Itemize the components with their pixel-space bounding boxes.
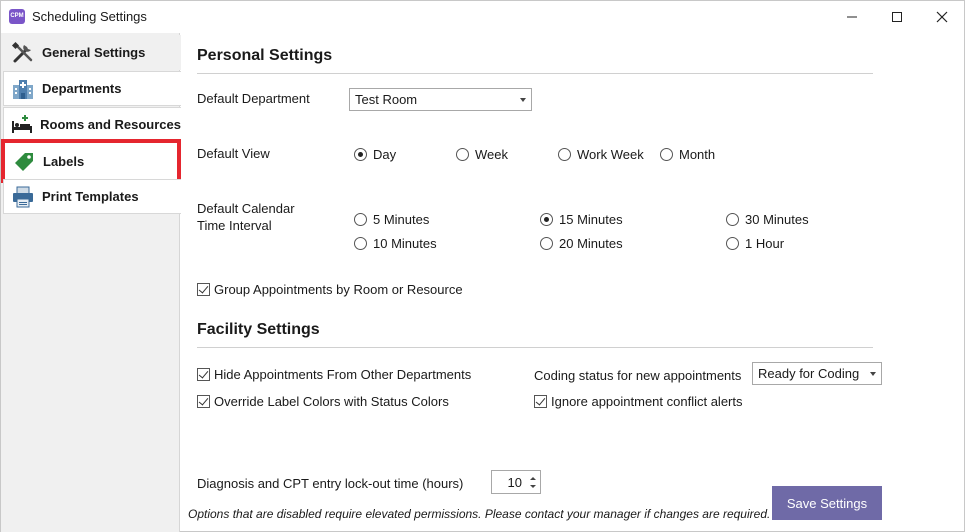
coding-status-select[interactable]: Ready for Coding: [752, 362, 882, 385]
chevron-down-icon: [870, 372, 876, 376]
chevron-down-icon[interactable]: [530, 485, 536, 488]
interval-label-line1: Default Calendar: [197, 201, 295, 216]
radio-empty-icon: [726, 237, 739, 250]
minimize-button[interactable]: [829, 1, 875, 32]
radio-label: Day: [373, 147, 397, 162]
facility-settings-divider: [197, 347, 873, 348]
sidebar-item-general-settings[interactable]: General Settings: [3, 35, 181, 70]
save-settings-button[interactable]: Save Settings: [772, 486, 882, 520]
checkbox-label: Override Label Colors with Status Colors: [214, 394, 449, 409]
radio-empty-icon: [354, 213, 367, 226]
maximize-icon: [892, 11, 902, 22]
interval-label-line2: Time Interval: [197, 218, 272, 233]
ignore-conflict-alerts-checkbox[interactable]: Ignore appointment conflict alerts: [534, 394, 743, 409]
settings-sidebar: General Settings Departments Rooms and R…: [1, 33, 181, 532]
sidebar-item-label: Departments: [42, 81, 122, 96]
lockout-time-label: Diagnosis and CPT entry lock-out time (h…: [197, 476, 464, 491]
radio-empty-icon: [660, 148, 673, 161]
radio-label: 15 Minutes: [559, 212, 623, 227]
view-radio-work-week[interactable]: Work Week: [558, 147, 644, 162]
radio-label: 20 Minutes: [559, 236, 623, 251]
interval-radio-30-minutes[interactable]: 30 Minutes: [726, 212, 809, 227]
checkbox-checked-icon: [197, 283, 210, 296]
hospital-icon: [10, 76, 36, 102]
sidebar-item-label: General Settings: [42, 45, 146, 60]
close-button[interactable]: [919, 1, 965, 32]
radio-empty-icon: [726, 213, 739, 226]
checkbox-label: Ignore appointment conflict alerts: [551, 394, 743, 409]
chevron-down-icon: [520, 98, 526, 102]
minimize-icon: [847, 16, 857, 17]
maximize-button[interactable]: [874, 1, 920, 32]
default-department-label: Default Department: [197, 91, 310, 106]
coding-status-label: Coding status for new appointments: [534, 368, 742, 383]
lockout-time-value: 10: [507, 475, 522, 490]
radio-empty-icon: [540, 237, 553, 250]
interval-radio-20-minutes[interactable]: 20 Minutes: [540, 236, 623, 251]
bed-icon: [10, 112, 34, 138]
radio-selected-icon: [540, 213, 553, 226]
permissions-note: Options that are disabled require elevat…: [188, 507, 771, 521]
interval-radio-15-minutes[interactable]: 15 Minutes: [540, 212, 623, 227]
radio-label: 10 Minutes: [373, 236, 437, 251]
radio-label: 1 Hour: [745, 236, 785, 251]
radio-selected-icon: [354, 148, 367, 161]
personal-settings-divider: [197, 73, 873, 74]
checkbox-checked-icon: [197, 368, 210, 381]
radio-label: Week: [475, 147, 508, 162]
printer-icon: [10, 184, 36, 210]
override-label-colors-checkbox[interactable]: Override Label Colors with Status Colors: [197, 394, 449, 409]
sidebar-item-label: Rooms and Resources: [40, 117, 181, 132]
view-radio-month[interactable]: Month: [660, 147, 715, 162]
interval-radio-5-minutes[interactable]: 5 Minutes: [354, 212, 429, 227]
tools-icon: [10, 40, 36, 66]
radio-empty-icon: [558, 148, 571, 161]
checkbox-checked-icon: [197, 395, 210, 408]
sidebar-item-rooms-and-resources[interactable]: Rooms and Resources: [3, 107, 181, 142]
default-department-value: Test Room: [355, 92, 418, 107]
scheduling-settings-window: CPM Scheduling Settings General Settings: [0, 0, 965, 532]
app-icon: CPM: [9, 9, 25, 24]
view-radio-day[interactable]: Day: [354, 147, 396, 162]
radio-label: Month: [679, 147, 716, 162]
hide-appointments-checkbox[interactable]: Hide Appointments From Other Departments: [197, 367, 471, 382]
radio-empty-icon: [456, 148, 469, 161]
interval-radio-1-hour[interactable]: 1 Hour: [726, 236, 784, 251]
chevron-up-icon[interactable]: [530, 477, 536, 480]
view-radio-week[interactable]: Week: [456, 147, 508, 162]
facility-settings-heading: Facility Settings: [197, 321, 320, 338]
coding-status-value: Ready for Coding: [758, 366, 860, 381]
title-bar: CPM Scheduling Settings: [1, 1, 964, 32]
interval-radio-10-minutes[interactable]: 10 Minutes: [354, 236, 437, 251]
radio-empty-icon: [354, 237, 367, 250]
sidebar-item-label: Print Templates: [42, 189, 139, 204]
checkbox-checked-icon: [534, 395, 547, 408]
personal-settings-heading: Personal Settings: [197, 47, 333, 64]
tag-icon: [11, 148, 37, 174]
sidebar-item-print-templates[interactable]: Print Templates: [3, 179, 181, 214]
checkbox-label: Group Appointments by Room or Resource: [214, 282, 463, 297]
sidebar-item-labels[interactable]: Labels: [1, 139, 181, 183]
radio-label: Work Week: [577, 147, 644, 162]
checkbox-label: Hide Appointments From Other Departments: [214, 367, 472, 382]
radio-label: 30 Minutes: [745, 212, 809, 227]
radio-label: 5 Minutes: [373, 212, 430, 227]
default-department-select[interactable]: Test Room: [349, 88, 532, 111]
window-title: Scheduling Settings: [32, 9, 147, 24]
sidebar-item-departments[interactable]: Departments: [3, 71, 181, 106]
lockout-time-stepper[interactable]: 10: [491, 470, 541, 494]
default-view-label: Default View: [197, 146, 270, 161]
sidebar-item-label: Labels: [43, 153, 85, 169]
close-icon: [936, 11, 948, 22]
group-by-room-checkbox[interactable]: Group Appointments by Room or Resource: [197, 282, 463, 297]
